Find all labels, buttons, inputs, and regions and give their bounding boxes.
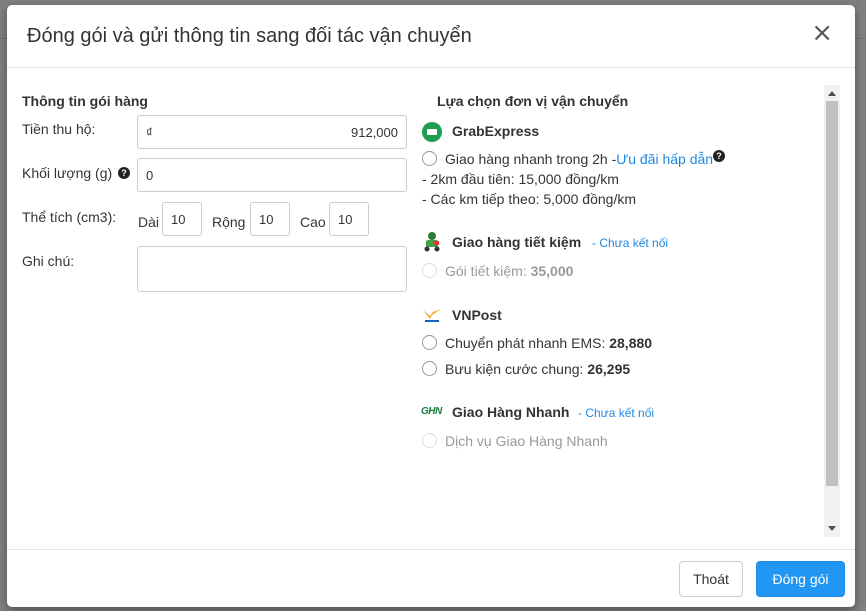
modal-body: Thông tin gói hàng Tiền thu hộ: ₫ 912,00…: [7, 69, 855, 549]
question-circle-icon[interactable]: ?: [713, 150, 725, 162]
vnpost-standard-radio[interactable]: [422, 361, 437, 376]
grab-detail-next: - Các km tiếp theo: 5,000 đồng/km: [422, 191, 636, 207]
ghtk-status[interactable]: - Chưa kết nối: [592, 236, 668, 250]
cancel-button[interactable]: Thoát: [679, 561, 743, 597]
height-input[interactable]: 10: [329, 202, 369, 236]
grab-option-text: Giao hàng nhanh trong 2h -: [445, 151, 617, 167]
grab-option-label[interactable]: Giao hàng nhanh trong 2h -Ưu đãi hấp dẫn: [445, 151, 713, 167]
ghtk-option-label: Gói tiết kiệm: 35,000: [445, 263, 573, 279]
ghtk-option-text: Gói tiết kiệm:: [445, 263, 531, 279]
close-icon[interactable]: ×: [811, 20, 833, 46]
width-label: Rộng: [212, 214, 246, 230]
width-input[interactable]: 10: [250, 202, 290, 236]
shipping-section-title: Lựa chọn đơn vị vận chuyển: [437, 93, 629, 109]
scroll-down-arrow-icon[interactable]: [828, 526, 836, 531]
length-input[interactable]: 10: [162, 202, 202, 236]
scroll-thumb[interactable]: [826, 101, 838, 486]
package-section-title: Thông tin gói hàng: [22, 93, 148, 109]
ghtk-option-price: 35,000: [530, 263, 574, 279]
vnpost-standard-text: Bưu kiện cước chung:: [445, 361, 588, 377]
weight-input[interactable]: 0: [137, 158, 407, 192]
note-label: Ghi chú:: [22, 253, 75, 269]
ghn-option-label: Dịch vụ Giao Hàng Nhanh: [445, 433, 608, 449]
shipping-providers-panel: Lựa chọn đơn vị vận chuyển GrabExpress G…: [420, 85, 840, 537]
weight-label: Khối lượng (g): [22, 165, 113, 181]
modal-title: Đóng gói và gửi thông tin sang đối tác v…: [27, 25, 472, 47]
grab-option-radio[interactable]: [422, 151, 437, 166]
grab-logo-icon: [422, 122, 442, 142]
grab-name: GrabExpress: [452, 123, 540, 139]
currency-symbol: ₫: [146, 124, 153, 140]
vnpost-standard-price: 26,295: [587, 361, 631, 377]
ghn-name: Giao Hàng Nhanh: [452, 404, 570, 420]
vnpost-ems-radio[interactable]: [422, 335, 437, 350]
length-label: Dài: [138, 214, 160, 230]
vnpost-standard-label[interactable]: Bưu kiện cước chung: 26,295: [445, 361, 630, 377]
height-label: Cao: [300, 214, 326, 230]
vnpost-ems-text: Chuyển phát nhanh EMS:: [445, 335, 610, 351]
vnpost-name: VNPost: [452, 307, 502, 323]
note-textarea[interactable]: [137, 246, 407, 292]
grab-promo-link[interactable]: Ưu đãi hấp dẫn: [616, 151, 713, 167]
cod-label: Tiền thu hộ:: [22, 121, 96, 137]
grab-detail-first: - 2km đầu tiên: 15,000 đồng/km: [422, 171, 619, 187]
scroll-up-arrow-icon[interactable]: [828, 91, 836, 96]
cod-value: 912,000: [351, 124, 398, 140]
vnpost-ems-label[interactable]: Chuyển phát nhanh EMS: 28,880: [445, 335, 652, 351]
cod-input[interactable]: ₫ 912,000: [137, 115, 407, 149]
question-circle-icon[interactable]: ?: [118, 167, 130, 179]
shipping-modal: Đóng gói và gửi thông tin sang đối tác v…: [7, 5, 855, 607]
ghtk-option-radio[interactable]: [422, 263, 437, 278]
vnpost-logo-icon: [423, 309, 441, 322]
ghn-option-radio[interactable]: [422, 433, 437, 448]
ghn-status[interactable]: - Chưa kết nối: [578, 406, 654, 420]
modal-footer: Thoát Đóng gói: [7, 549, 855, 607]
ghtk-name: Giao hàng tiết kiệm: [452, 234, 582, 250]
ghtk-logo-icon: [424, 232, 440, 252]
scrollbar[interactable]: [824, 85, 840, 537]
vnpost-ems-price: 28,880: [609, 335, 653, 351]
pack-button[interactable]: Đóng gói: [756, 561, 845, 597]
ghn-logo-icon: GHN: [421, 406, 442, 417]
volume-label: Thể tích (cm3):: [22, 209, 117, 225]
modal-header: Đóng gói và gửi thông tin sang đối tác v…: [7, 5, 855, 68]
